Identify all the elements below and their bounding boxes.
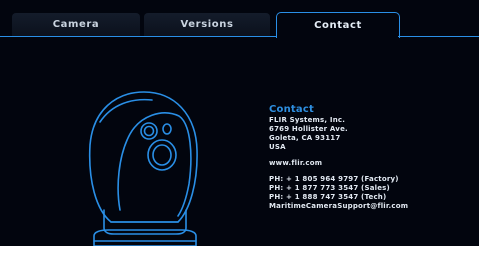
street-address: 6769 Hollister Ave. bbox=[269, 125, 348, 133]
tab-contact[interactable]: Contact bbox=[276, 12, 400, 38]
phone-sales: PH: + 1 877 773 3547 (Sales) bbox=[269, 184, 390, 192]
contact-heading: Contact bbox=[269, 104, 314, 115]
company-name: FLIR Systems, Inc. bbox=[269, 116, 346, 124]
phone-tech: PH: + 1 888 747 3547 (Tech) bbox=[269, 193, 387, 201]
tab-versions[interactable]: Versions bbox=[144, 13, 270, 36]
city-state-zip: Goleta, CA 93117 bbox=[269, 134, 341, 142]
tab-underline-left bbox=[0, 36, 276, 37]
contact-info: Contact FLIR Systems, Inc. 6769 Holliste… bbox=[269, 104, 408, 211]
country: USA bbox=[269, 143, 286, 151]
support-email[interactable]: MaritimeCameraSupport@flir.com bbox=[269, 202, 408, 211]
tab-camera[interactable]: Camera bbox=[12, 13, 140, 36]
tab-underline-right bbox=[398, 36, 479, 37]
phone-factory: PH: + 1 805 964 9797 (Factory) bbox=[269, 175, 399, 183]
website-link[interactable]: www.flir.com bbox=[269, 159, 408, 168]
tab-bar: Camera Versions Contact bbox=[0, 0, 479, 40]
thermal-camera-icon bbox=[88, 91, 198, 246]
contact-screen: Camera Versions Contact Contact FLIR Sys… bbox=[0, 0, 479, 246]
